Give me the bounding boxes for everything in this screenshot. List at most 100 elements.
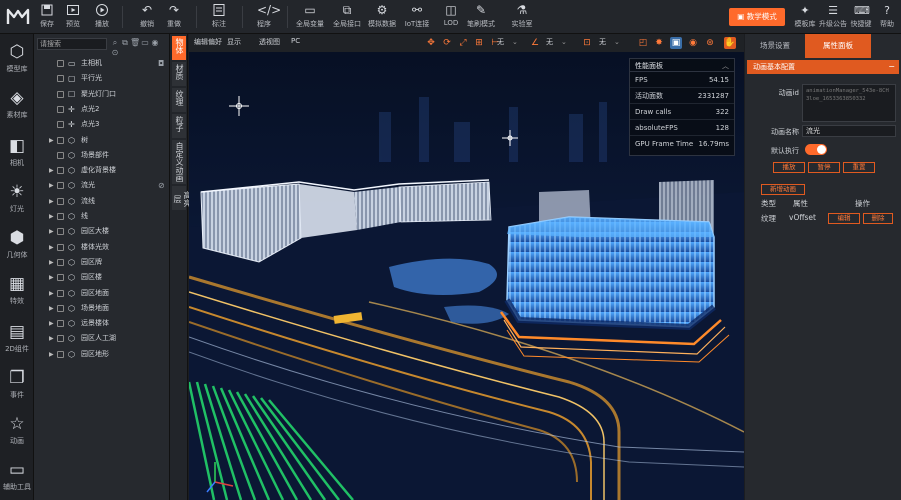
perspective-menu[interactable]: 透视图 xyxy=(259,37,280,47)
cube-view-icon[interactable]: ◰ xyxy=(637,37,649,49)
tree-item[interactable]: ▶ ⬡ 流线 xyxy=(34,194,170,209)
rail-item-model-library[interactable]: ⬡ 模型库 xyxy=(0,36,34,80)
scale-snap-icon[interactable]: ⊡ xyxy=(581,37,593,49)
expand-arrow-icon[interactable]: ▶ xyxy=(49,209,54,224)
rail-item-light[interactable]: ☀ 灯光 xyxy=(0,176,34,220)
tree-item[interactable]: ▶ ⬡ 远景楼体 xyxy=(34,316,170,331)
tree-item[interactable]: ✛ 点光2 xyxy=(34,102,170,117)
hand-icon[interactable]: ✋ xyxy=(724,37,736,49)
play-animation-button[interactable]: 播放 xyxy=(773,162,805,173)
collapse-icon[interactable]: − xyxy=(888,60,895,74)
play-button[interactable]: 播放 xyxy=(85,3,119,33)
edit-preference-menu[interactable]: 编辑偏好 xyxy=(194,37,222,47)
align-icon[interactable]: ⊞ xyxy=(473,37,485,49)
tree-item[interactable]: ▶ ⬡ 虚化背景楼 xyxy=(34,163,170,178)
rail-item-2d-component[interactable]: ▤ 2D组件 xyxy=(0,316,34,360)
rail-item-event[interactable]: ❐ 事件 xyxy=(0,362,34,406)
monitor-icon[interactable]: ▣ xyxy=(670,37,682,49)
scale-icon[interactable]: ⤢ xyxy=(457,37,469,49)
iot-button[interactable]: ⚯ IoT连接 xyxy=(400,3,434,33)
visibility-checkbox[interactable] xyxy=(57,105,64,113)
template-library-button[interactable]: ✦ 模板库 xyxy=(791,4,819,32)
move-icon[interactable]: ✥ xyxy=(425,37,437,49)
rail-item-animation[interactable]: ☆ 动画 xyxy=(0,408,34,452)
reset-animation-button[interactable]: 重置 xyxy=(843,162,875,173)
camera-view-icon[interactable]: ◘ xyxy=(158,56,164,71)
tree-item[interactable]: ☐ 聚光灯门口 xyxy=(34,87,170,102)
tree-item[interactable]: ▶ ⬡ 线 xyxy=(34,209,170,224)
rail-item-geometry[interactable]: ⬢ 几何体 xyxy=(0,222,34,266)
visibility-checkbox[interactable] xyxy=(57,197,64,205)
tree-item[interactable]: ▶ ⬡ 园区人工湖 xyxy=(34,331,170,346)
expand-arrow-icon[interactable]: ▶ xyxy=(49,240,54,255)
visibility-checkbox[interactable] xyxy=(57,136,64,144)
lab-button[interactable]: ⚗ 实验室 xyxy=(505,3,539,33)
tab-scene-settings[interactable]: 场景设置 xyxy=(745,34,805,58)
pc-menu[interactable]: PC xyxy=(291,37,300,45)
expand-arrow-icon[interactable]: ▶ xyxy=(49,133,54,148)
visibility-checkbox[interactable] xyxy=(57,274,64,282)
snap-select[interactable]: 无 ⌄ xyxy=(497,37,518,47)
expand-arrow-icon[interactable]: ▶ xyxy=(49,194,54,209)
expand-arrow-icon[interactable]: ▶ xyxy=(49,331,54,346)
visibility-checkbox[interactable] xyxy=(57,167,64,175)
visibility-checkbox[interactable] xyxy=(57,320,64,328)
visibility-checkbox[interactable] xyxy=(57,289,64,297)
tree-item[interactable]: ▭ 主相机 ◘ xyxy=(34,56,170,71)
target-icon[interactable]: ⊛ xyxy=(704,37,716,49)
brush-mode-button[interactable]: ✎ 笔刷模式 xyxy=(464,3,498,33)
animation-name-input[interactable]: 流光 xyxy=(802,125,896,137)
expand-arrow-icon[interactable]: ▶ xyxy=(49,163,54,178)
tree-item[interactable]: ▶ ⬡ 园区地面 xyxy=(34,286,170,301)
delete-animation-button[interactable]: 删除 xyxy=(863,213,893,224)
visibility-checkbox[interactable] xyxy=(57,213,64,220)
rail-item-camera[interactable]: ◧ 相机 xyxy=(0,130,34,174)
add-animation-button[interactable]: 新增动画 xyxy=(761,184,805,195)
angle-select[interactable]: 无 ⌄ xyxy=(546,37,567,47)
teach-mode-button[interactable]: ▣ 教学模式 xyxy=(729,8,785,26)
rail-item-tools[interactable]: ▭ 辅助工具 xyxy=(0,454,34,498)
expand-arrow-icon[interactable]: ▶ xyxy=(49,270,54,285)
rotate-icon[interactable]: ⟳ xyxy=(441,37,453,49)
eye-view-icon[interactable]: ◉ xyxy=(687,37,699,49)
copy-icon[interactable]: ⧉ xyxy=(120,38,130,48)
help-button[interactable]: ? 帮助 xyxy=(873,4,901,32)
pause-animation-button[interactable]: 暂停 xyxy=(808,162,840,173)
tree-item[interactable]: ⬡ 场景部件 xyxy=(34,148,170,163)
visibility-checkbox[interactable] xyxy=(57,335,64,343)
default-run-toggle[interactable] xyxy=(805,144,827,155)
tree-item[interactable]: ▶ ⬡ 树 xyxy=(34,133,170,148)
upgrade-notice-button[interactable]: ☰ 升级公告 xyxy=(819,4,847,32)
visibility-checkbox[interactable] xyxy=(57,258,64,266)
expand-arrow-icon[interactable]: ▶ xyxy=(49,301,54,316)
visibility-checkbox[interactable] xyxy=(57,350,64,358)
tree-item[interactable]: ▶ ⬡ 楼体光效 xyxy=(34,240,170,255)
vtab-custom-animation[interactable]: 自定义动画 xyxy=(172,140,186,184)
animation-id-field[interactable]: animationManager_543e-8CH3loe_1653363850… xyxy=(802,84,896,122)
tree-search-input[interactable]: 请搜索 xyxy=(37,38,107,50)
visibility-checkbox[interactable] xyxy=(57,243,64,251)
vtab-material[interactable]: 材质 xyxy=(172,62,186,86)
hidden-eye-icon[interactable]: ⊘ xyxy=(158,178,165,193)
delete-icon[interactable]: 🗑 xyxy=(130,38,140,47)
vtab-texture[interactable]: 纹理 xyxy=(172,88,186,112)
3d-viewport[interactable]: 编辑偏好 显示 透视图 PC ✥ ⟳ ⤢ ⊞ ⊢ 无 ⌄ ∠ 无 ⌄ ⊡ 无 ⌄ ◰ … xyxy=(189,34,744,500)
global-variable-button[interactable]: ▭ 全局变量 xyxy=(293,3,327,33)
display-menu[interactable]: 显示 xyxy=(227,37,241,47)
vtab-object[interactable]: 物体 xyxy=(172,36,186,60)
mock-data-button[interactable]: ⚙ 模拟数据 xyxy=(365,3,399,33)
visibility-checkbox[interactable] xyxy=(57,121,64,129)
rail-item-effect[interactable]: ▦ 特效 xyxy=(0,268,34,312)
rail-item-material-library[interactable]: ◈ 素材库 xyxy=(0,82,34,126)
annotation-button[interactable]: 标注 xyxy=(202,3,236,33)
visibility-checkbox[interactable] xyxy=(57,182,64,190)
tree-item[interactable]: ▢ 平行光 xyxy=(34,71,170,86)
visibility-checkbox[interactable] xyxy=(57,75,64,83)
tree-item[interactable]: ✛ 点光3 xyxy=(34,117,170,132)
visibility-checkbox[interactable] xyxy=(57,90,64,98)
expand-arrow-icon[interactable]: ▶ xyxy=(49,255,54,270)
expand-arrow-icon[interactable]: ▶ xyxy=(49,286,54,301)
redo-button[interactable]: ↷ 重做 xyxy=(157,3,191,33)
animation-config-header[interactable]: 动画基本配置 − xyxy=(747,60,899,74)
expand-arrow-icon[interactable]: ▶ xyxy=(49,178,54,193)
